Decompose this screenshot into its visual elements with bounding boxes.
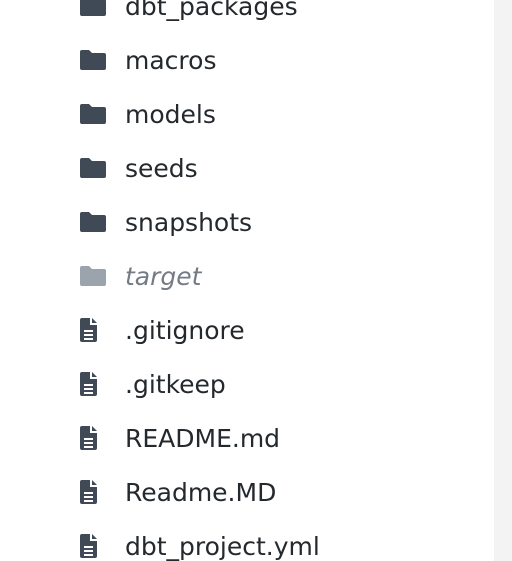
scrollbar-track[interactable]	[494, 0, 512, 561]
folder-icon	[78, 0, 110, 20]
item-label: README.md	[125, 423, 281, 453]
item-label: dbt_packages	[125, 0, 298, 21]
file-icon	[78, 532, 110, 560]
file-icon	[78, 478, 110, 506]
item-label: dbt_project.yml	[125, 531, 320, 561]
file-item[interactable]: .gitignore	[78, 303, 498, 357]
file-item[interactable]: Readme.MD	[78, 465, 498, 519]
item-label: .gitkeep	[125, 369, 226, 399]
item-label: models	[125, 99, 216, 129]
item-label: target	[125, 261, 202, 291]
folder-item[interactable]: seeds	[78, 141, 498, 195]
folder-item[interactable]: snapshots	[78, 195, 498, 249]
folder-icon	[78, 208, 110, 236]
item-label: .gitignore	[125, 315, 245, 345]
item-label: seeds	[125, 153, 198, 183]
folder-icon	[78, 46, 110, 74]
file-item[interactable]: dbt_project.yml	[78, 519, 498, 561]
file-tree-panel: dbt_packagesmacros models seeds snapshots ta…	[0, 0, 512, 561]
folder-icon	[78, 262, 110, 290]
item-label: Readme.MD	[125, 477, 277, 507]
folder-icon	[78, 154, 110, 182]
folder-item[interactable]: models	[78, 87, 498, 141]
file-item[interactable]: .gitkeep	[78, 357, 498, 411]
file-tree: dbt_packagesmacros models seeds snapshots ta…	[78, 0, 498, 561]
folder-item[interactable]: dbt_packages	[78, 0, 498, 33]
file-icon	[78, 316, 110, 344]
item-label: snapshots	[125, 207, 253, 237]
folder-item[interactable]: macros	[78, 33, 498, 87]
folder-item[interactable]: target	[78, 249, 498, 303]
file-icon	[78, 424, 110, 452]
file-icon	[78, 370, 110, 398]
item-label: macros	[125, 45, 217, 75]
folder-icon	[78, 100, 110, 128]
file-item[interactable]: README.md	[78, 411, 498, 465]
